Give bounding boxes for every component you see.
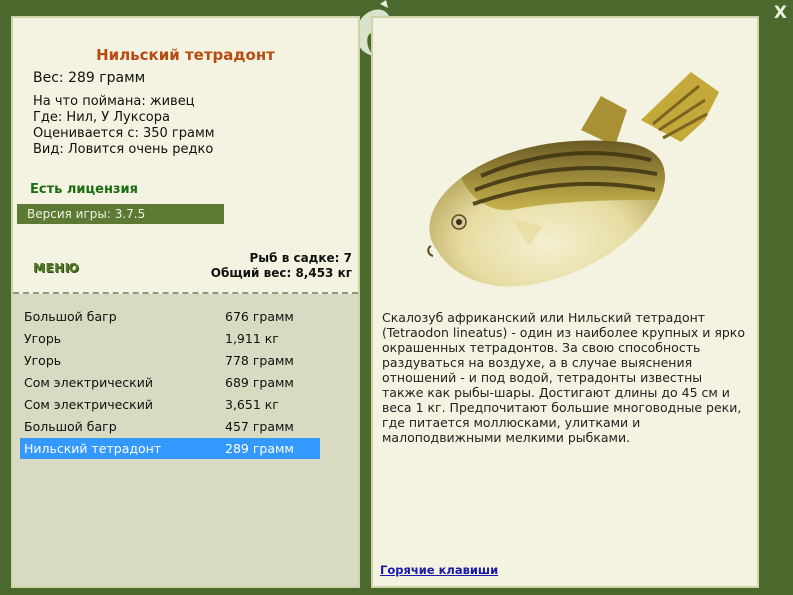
fish-image — [427, 72, 719, 287]
catch-fish-weight: 457 грамм — [225, 419, 294, 434]
keepnet-stats: Рыб в садке: 7 Общий вес: 8,453 кг — [211, 251, 352, 281]
catch-fish-name: Сом электрический — [24, 397, 153, 412]
location-info: Где: Нил, У Луксора — [33, 110, 170, 125]
catch-row[interactable]: Сом электрический 3,651 кг — [20, 394, 320, 415]
catch-row[interactable]: Угорь 1,911 кг — [20, 328, 320, 349]
catch-fish-name: Угорь — [24, 353, 62, 368]
catch-row[interactable]: Большой багр 676 грамм — [20, 306, 320, 327]
catch-fish-name: Угорь — [24, 331, 62, 346]
catch-fish-name: Большой багр — [24, 419, 117, 434]
rarity-info: Вид: Ловится очень редко — [33, 142, 214, 157]
catch-fish-weight: 689 грамм — [225, 375, 294, 390]
fish-count: Рыб в садке: 7 — [249, 251, 353, 265]
catch-fish-weight: 778 грамм — [225, 353, 294, 368]
catch-fish-weight: 676 грамм — [225, 309, 294, 324]
close-button[interactable]: X — [774, 3, 787, 23]
fish-title: Нильский тетрадонт — [96, 46, 275, 64]
game-window: X Нильский тетрадонт Вес: 289 грамм На ч… — [0, 0, 793, 595]
catch-fish-weight: 3,651 кг — [225, 397, 279, 412]
fish-info-panel: Нильский тетрадонт Вес: 289 грамм На что… — [11, 16, 360, 588]
bait-info: На что поймана: живец — [33, 94, 195, 109]
total-weight: Общий вес: 8,453 кг — [210, 266, 352, 280]
catch-fish-name: Большой багр — [24, 309, 117, 324]
catch-fish-name: Сом электрический — [24, 375, 153, 390]
value-info: Оценивается с: 350 грамм — [33, 126, 215, 141]
catch-row[interactable]: Сом электрический 689 грамм — [20, 372, 320, 393]
catch-list: Большой багр 676 грамм Угорь 1,911 кг Угорь 7… — [13, 294, 358, 586]
catch-row[interactable]: Угорь 778 грамм — [20, 350, 320, 371]
license-status: Есть лицензия — [30, 182, 138, 197]
menu-button[interactable]: МЕНЮ — [33, 261, 79, 275]
catch-row[interactable]: Большой багр 457 грамм — [20, 416, 320, 437]
catch-fish-weight: 1,911 кг — [225, 331, 279, 346]
catch-row[interactable]: Нильский тетрадонт 289 грамм — [20, 438, 320, 459]
fish-description: Скалозуб африканский или Нильский тетрад… — [382, 310, 745, 445]
fish-weight: Вес: 289 грамм — [33, 70, 146, 86]
catch-fish-name: Нильский тетрадонт — [24, 441, 162, 456]
catch-fish-weight: 289 грамм — [225, 441, 294, 456]
hotkeys-link[interactable]: Горячие клавиши — [380, 563, 498, 577]
fish-detail-panel: Скалозуб африканский или Нильский тетрад… — [371, 16, 759, 588]
version-badge: Версия игры: 3.7.5 — [17, 204, 224, 224]
